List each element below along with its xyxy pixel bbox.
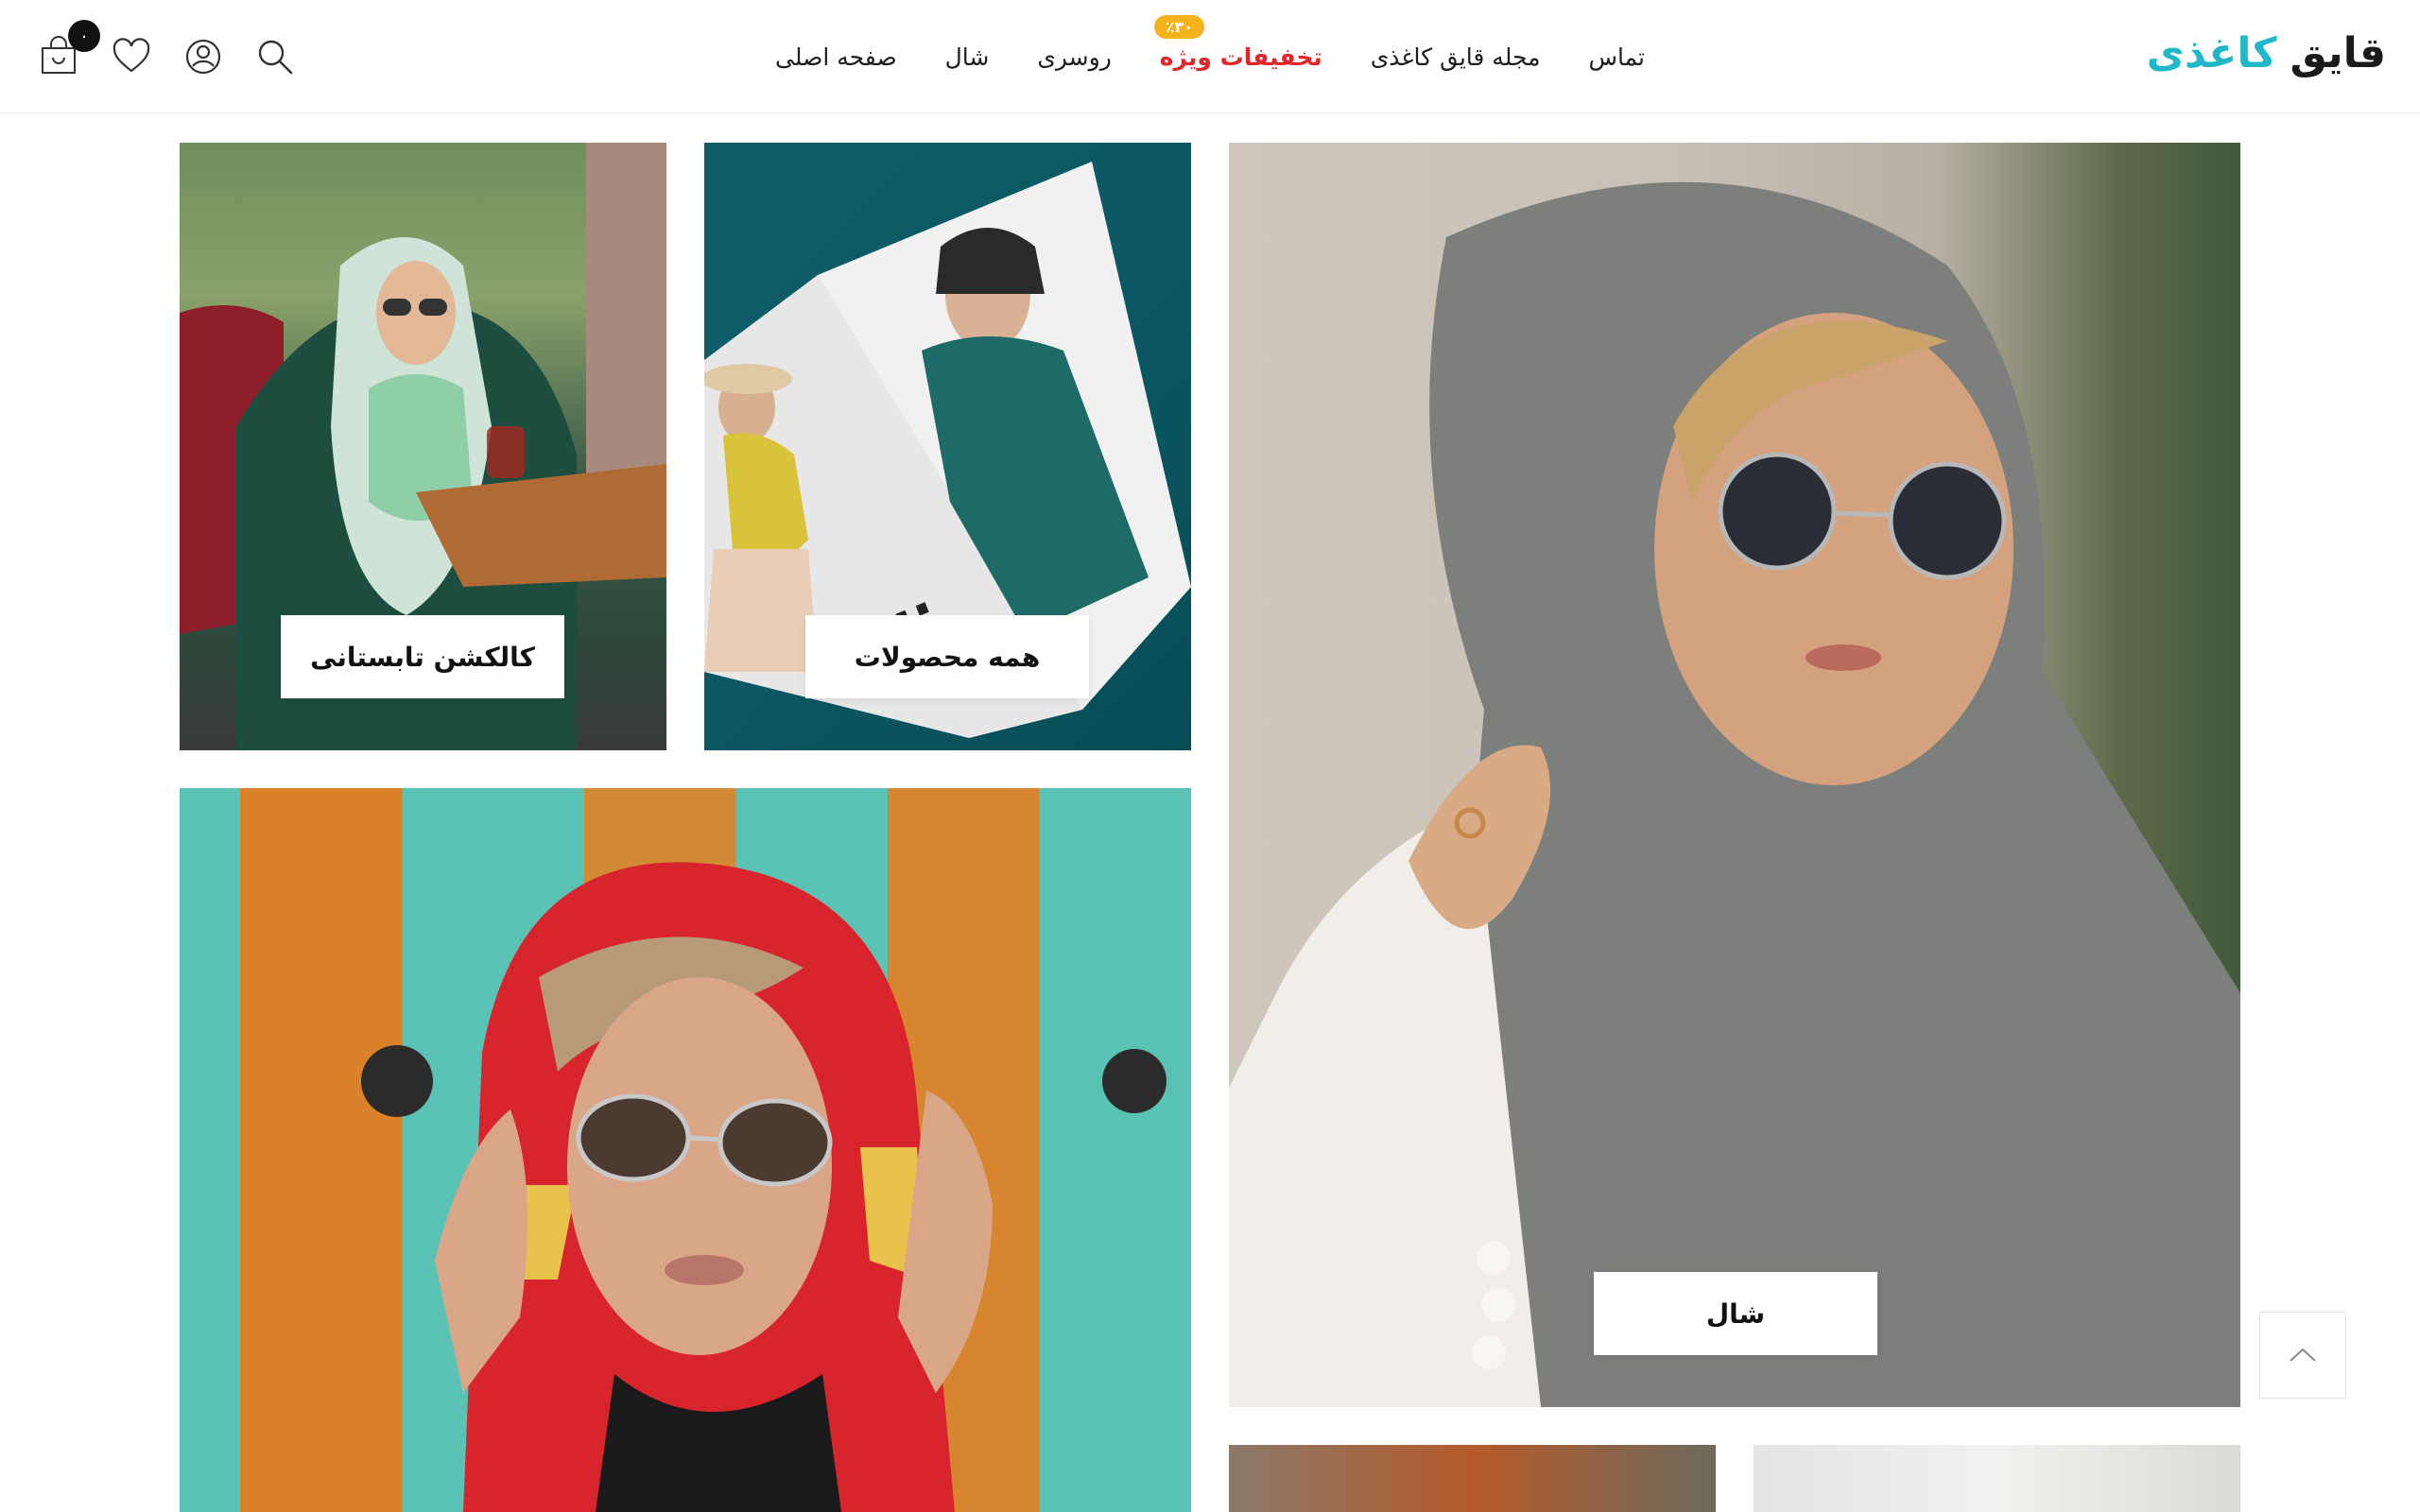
discount-badge: ٪۳۰	[1153, 14, 1205, 39]
cart-count-badge: ۰	[68, 20, 100, 52]
banner-shawl[interactable]: شال	[1229, 143, 2240, 1407]
brand-logo[interactable]: قایق کاغذی	[2147, 25, 2386, 81]
site-header: قایق کاغذی صفحه اصلی شال روسری تخفیفات و…	[0, 0, 2420, 113]
nav-home[interactable]: صفحه اصلی	[775, 43, 897, 71]
nav-special-offers[interactable]: تخفیفات ویژه ٪۳۰	[1153, 14, 1322, 71]
shawl-model-image	[1229, 181, 2240, 1407]
search-icon	[258, 40, 293, 75]
banner-bottom-left[interactable]	[1229, 1445, 1716, 1512]
scroll-to-top-button[interactable]	[2259, 1312, 2346, 1399]
banner-all-products[interactable]: ... همه محصولات	[704, 143, 1191, 750]
search-button[interactable]	[253, 35, 297, 78]
brand-name-part1: قایق	[2290, 28, 2386, 77]
nav-special-offers-label: تخفیفات ویژه	[1159, 43, 1322, 71]
account-button[interactable]	[182, 35, 225, 78]
banner-scarf[interactable]	[180, 788, 1191, 1512]
banner-shawl-label[interactable]: شال	[1594, 1272, 1877, 1355]
wishlist-button[interactable]	[110, 35, 153, 78]
nav-magazine[interactable]: مجله قایق کاغذی	[1371, 43, 1541, 71]
brand-name-part2: کاغذی	[2146, 28, 2277, 77]
header-icons: ۰	[38, 20, 297, 85]
nav-shawl[interactable]: شال	[945, 43, 990, 71]
cart-button[interactable]: ۰	[38, 20, 100, 78]
banner-summer-collection[interactable]: کالکشن تابستانی	[180, 143, 666, 750]
nav-contact[interactable]: تماس	[1588, 43, 1645, 71]
heart-icon	[112, 38, 150, 73]
banner-summer-label[interactable]: کالکشن تابستانی	[281, 615, 564, 698]
chevron-up-icon	[2290, 1348, 2316, 1362]
scarf-model-image	[361, 862, 1167, 1512]
banner-all-products-label[interactable]: همه محصولات	[805, 615, 1089, 698]
main-nav: صفحه اصلی شال روسری تخفیفات ویژه ٪۳۰ مجل…	[775, 14, 1645, 85]
user-icon	[185, 39, 221, 75]
nav-scarf[interactable]: روسری	[1037, 43, 1111, 71]
banner-bottom-right[interactable]	[1754, 1445, 2240, 1512]
